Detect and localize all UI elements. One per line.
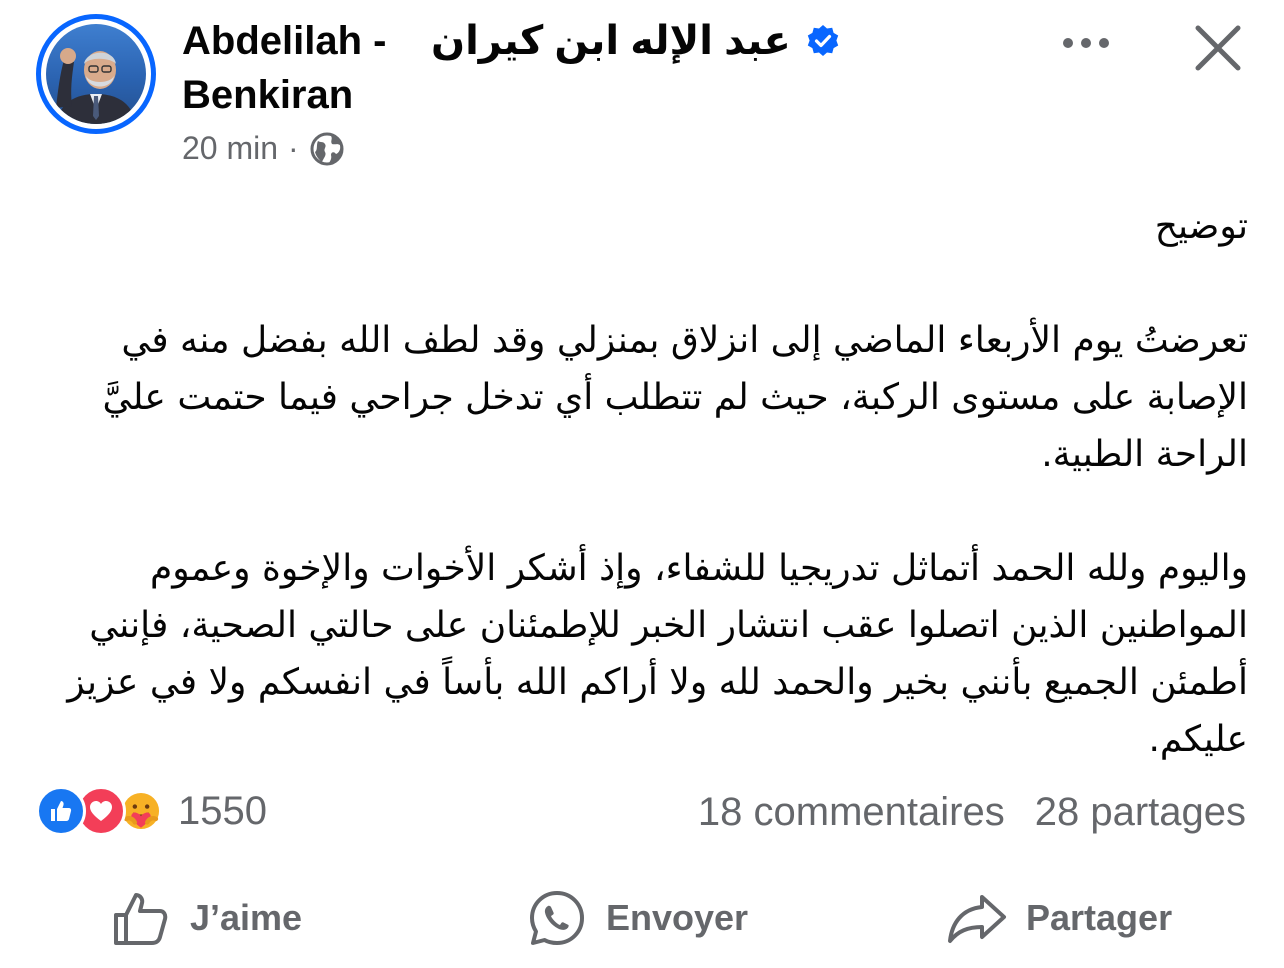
share-label: Partager: [1026, 897, 1173, 938]
post-paragraph-2: واليوم ولله الحمد أتماثل تدريجيا للشفاء،…: [67, 548, 1248, 760]
post-body: توضيح تعرضتُ يوم الأربعاء الماضي إلى انز…: [40, 198, 1248, 768]
author-avatar[interactable]: [36, 14, 156, 134]
share-arrow-icon: [948, 895, 1006, 943]
post-title: توضيح: [1154, 206, 1248, 247]
like-reaction-icon: [36, 786, 86, 836]
send-button[interactable]: Envoyer: [526, 880, 748, 956]
thumbs-up-icon: [114, 893, 168, 945]
post-stats: 18 commentaires 28 partages: [698, 786, 1246, 838]
send-label: Envoyer: [606, 897, 749, 938]
whatsapp-icon: [530, 891, 584, 945]
reaction-count[interactable]: 1550: [178, 789, 267, 834]
comments-count[interactable]: 18 commentaires: [698, 786, 1005, 838]
author-name[interactable]: Abdelilah - عبد الإله ابن كيران Benkiran: [182, 14, 882, 122]
like-button[interactable]: J’aime: [110, 880, 302, 956]
close-icon[interactable]: [1192, 22, 1244, 74]
author-name-arabic[interactable]: عبد الإله ابن كيران: [431, 19, 791, 63]
shares-count[interactable]: 28 partages: [1035, 786, 1246, 838]
post-meta: 20 min ·: [182, 130, 345, 167]
post-paragraph-1: تعرضتُ يوم الأربعاء الماضي إلى انزلاق بم…: [102, 320, 1248, 475]
reactions-summary[interactable]: 1550: [36, 786, 267, 836]
post-time[interactable]: 20 min: [182, 130, 278, 167]
like-label: J’aime: [190, 897, 303, 938]
share-button[interactable]: Partager: [946, 880, 1172, 956]
globe-icon: [310, 132, 344, 165]
author-name-latin-first[interactable]: Abdelilah -: [182, 19, 386, 63]
avatar-photo: [46, 24, 146, 124]
verified-badge-icon: [807, 25, 839, 56]
meta-separator: ·: [288, 130, 299, 166]
more-options-icon[interactable]: [1058, 30, 1114, 56]
action-bar: J’aime Envoyer Partager: [0, 880, 1284, 956]
author-name-latin-last[interactable]: Benkiran: [182, 73, 353, 117]
